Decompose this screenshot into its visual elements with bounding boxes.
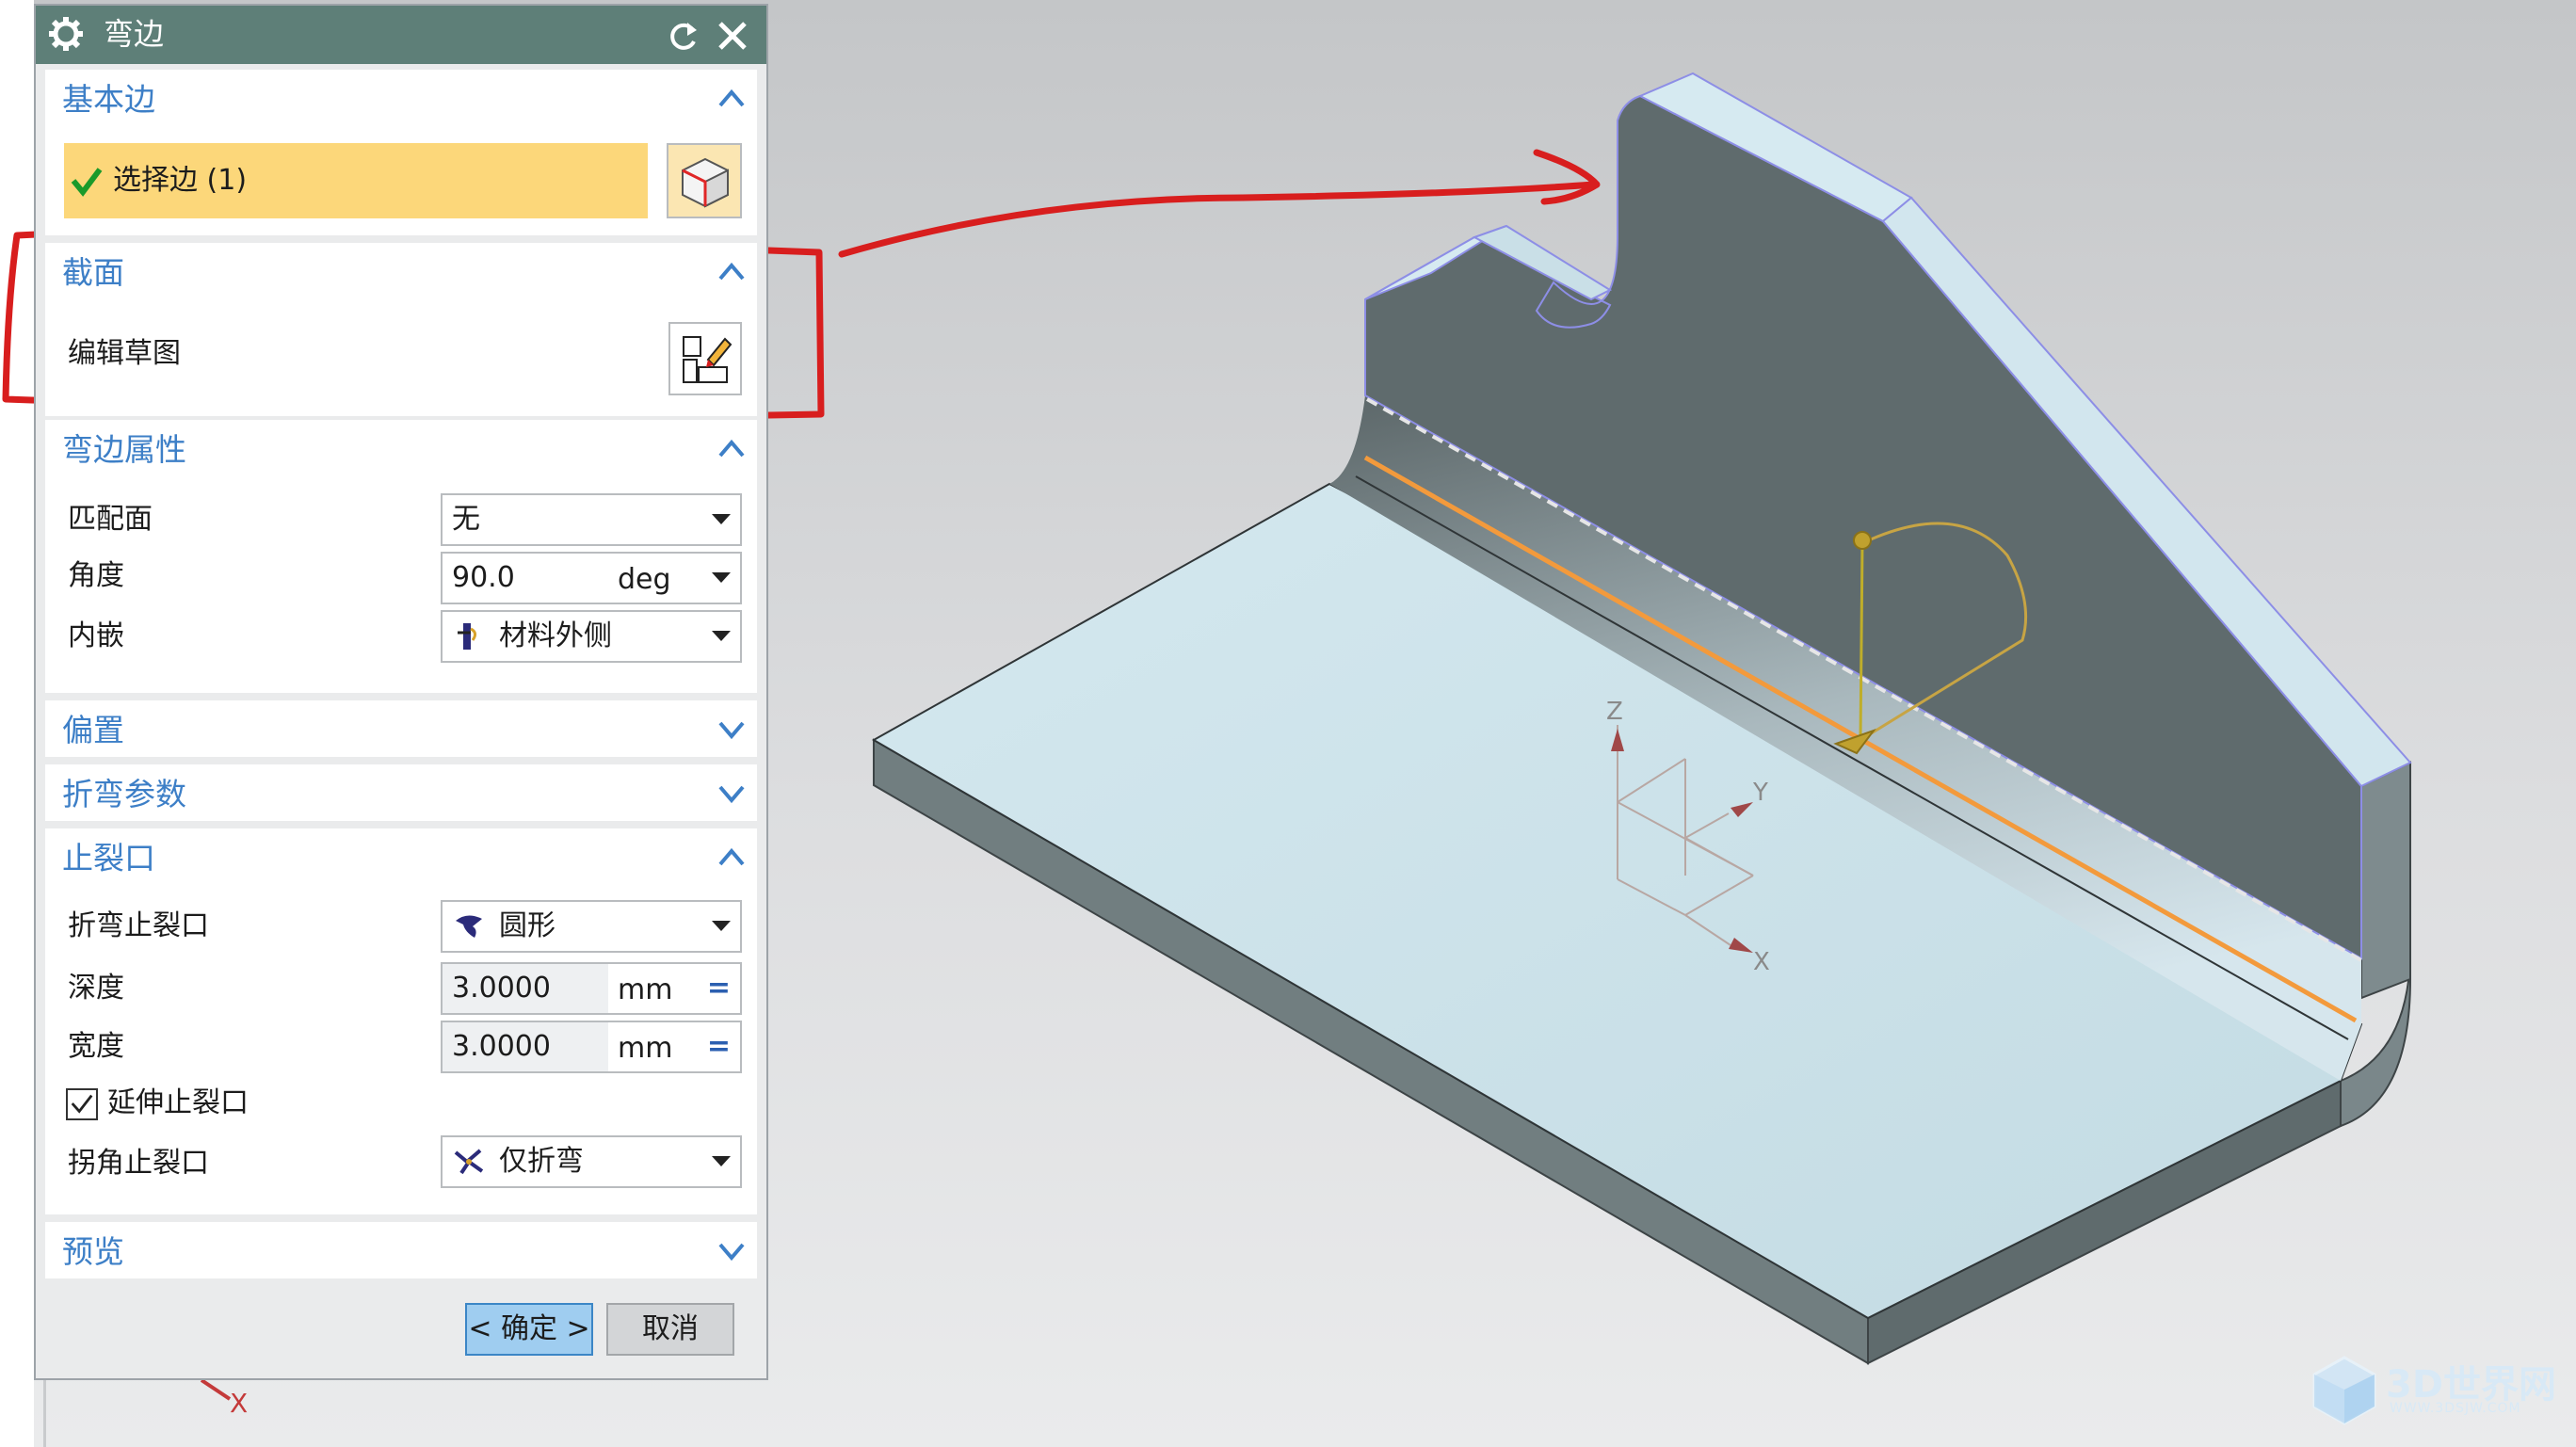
flange-dialog: 弯边 基本边 选择边 (1) 截面 编辑草图 弯边属性 匹配面 无 角度 90.… [34,4,768,1380]
equals-menu-icon[interactable]: = [707,974,731,1003]
angle-input[interactable]: 90.0 deg [441,552,742,604]
section-title: 偏置 [62,712,124,748]
gear-icon[interactable] [47,15,85,53]
extend-relief-label[interactable]: 延伸止裂口 [107,1085,249,1122]
section-header-base-edge[interactable]: 基本边 [45,70,757,126]
section-relief: 止裂口 折弯止裂口 圆形 深度 3.0000 mm = 宽度 3.0000 mm… [45,828,757,1214]
equals-menu-icon[interactable]: = [707,1033,731,1061]
reset-icon[interactable] [665,17,702,55]
section-section: 截面 编辑草图 [45,243,757,416]
bend-relief-value: 圆形 [499,909,555,942]
section-title: 弯边属性 [62,431,186,468]
width-label: 宽度 [68,1030,124,1063]
section-header-flange-properties[interactable]: 弯边属性 [45,420,757,476]
chevron-up-icon[interactable] [716,258,748,284]
bend-only-icon [454,1149,484,1175]
corner-relief-value: 仅折弯 [499,1145,584,1178]
corner-axis-label: X [230,1388,248,1419]
dialog-title-bar[interactable]: 弯边 [36,6,766,64]
inset-label: 内嵌 [68,619,124,652]
material-outside-icon [458,623,477,650]
angle-unit: deg [618,563,671,596]
round-relief-icon [456,915,482,938]
dropdown-arrow-icon [712,1156,731,1166]
corner-axis-line [200,1378,232,1401]
close-icon[interactable] [714,17,751,55]
cancel-button[interactable]: 取消 [606,1303,734,1356]
corner-relief-label: 拐角止裂口 [68,1147,209,1180]
corner-relief-dropdown[interactable]: 仅折弯 [441,1135,742,1188]
cube-logo-icon [2312,1356,2376,1425]
width-value: 3.0000 [452,1030,551,1063]
bend-relief-dropdown[interactable]: 圆形 [441,900,742,953]
chevron-down-icon[interactable] [716,1237,748,1263]
dropdown-arrow-icon [712,514,731,524]
triad-z-label: Z [1606,698,1623,726]
section-header-relief[interactable]: 止裂口 [45,828,757,885]
inset-dropdown[interactable]: 材料外侧 [441,610,742,663]
section-title: 预览 [62,1233,124,1270]
chevron-up-icon[interactable] [716,435,748,461]
section-title: 折弯参数 [62,776,186,812]
width-input[interactable]: 3.0000 mm = [441,1021,742,1073]
section-base-edge: 基本边 选择边 (1) [45,70,757,235]
edit-sketch-label: 编辑草图 [68,337,181,370]
section-offset[interactable]: 偏置 [45,700,757,757]
section-title: 截面 [62,254,124,291]
angle-value: 90.0 [452,561,515,594]
depth-unit: mm [618,973,673,1006]
select-edge-row[interactable]: 选择边 (1) [64,143,648,218]
inset-value: 材料外侧 [499,619,612,652]
chevron-down-icon[interactable] [716,715,748,742]
triad-y-label: Y [1752,779,1768,807]
select-edge-label: 选择边 (1) [113,164,248,197]
chevron-up-icon[interactable] [716,844,748,870]
watermark-url: WWW.3DSJW.COM [2390,1401,2521,1416]
chevron-down-icon[interactable] [716,780,748,806]
triad-x-label: X [1753,948,1770,976]
width-unit: mm [618,1032,673,1065]
depth-value: 3.0000 [452,972,551,1005]
section-title: 基本边 [62,81,155,118]
depth-label: 深度 [68,972,124,1005]
section-header-section[interactable]: 截面 [45,243,757,299]
bend-relief-label: 折弯止裂口 [68,909,209,942]
sketch-edit-icon [683,336,733,383]
dropdown-arrow-icon [712,631,731,641]
checkmark-icon [71,1094,93,1114]
dropdown-arrow-icon [712,921,731,931]
angle-label: 角度 [68,559,124,592]
ok-button[interactable]: < 确定 > [465,1303,593,1356]
edit-sketch-button[interactable] [668,322,742,395]
dropdown-arrow-icon[interactable] [712,572,731,583]
section-bend-parameters[interactable]: 折弯参数 [45,764,757,821]
section-flange-properties: 弯边属性 匹配面 无 角度 90.0 deg 内嵌 材料外侧 [45,420,757,693]
section-title: 止裂口 [62,840,155,876]
solid-body-icon [682,157,729,208]
match-face-label: 匹配面 [68,503,153,536]
match-face-dropdown[interactable]: 无 [441,493,742,546]
watermark: 3D世界网 WWW.3DSJW.COM [2307,1352,2576,1427]
section-preview[interactable]: 预览 [45,1222,757,1278]
chevron-up-icon[interactable] [716,85,748,111]
flange-end-face [2360,761,2411,1000]
extend-relief-checkbox[interactable] [66,1088,98,1120]
checkmark-icon [71,168,103,197]
match-face-value: 无 [452,503,480,536]
dialog-title: 弯边 [104,16,165,52]
select-edge-button[interactable] [667,143,742,218]
depth-input[interactable]: 3.0000 mm = [441,962,742,1015]
